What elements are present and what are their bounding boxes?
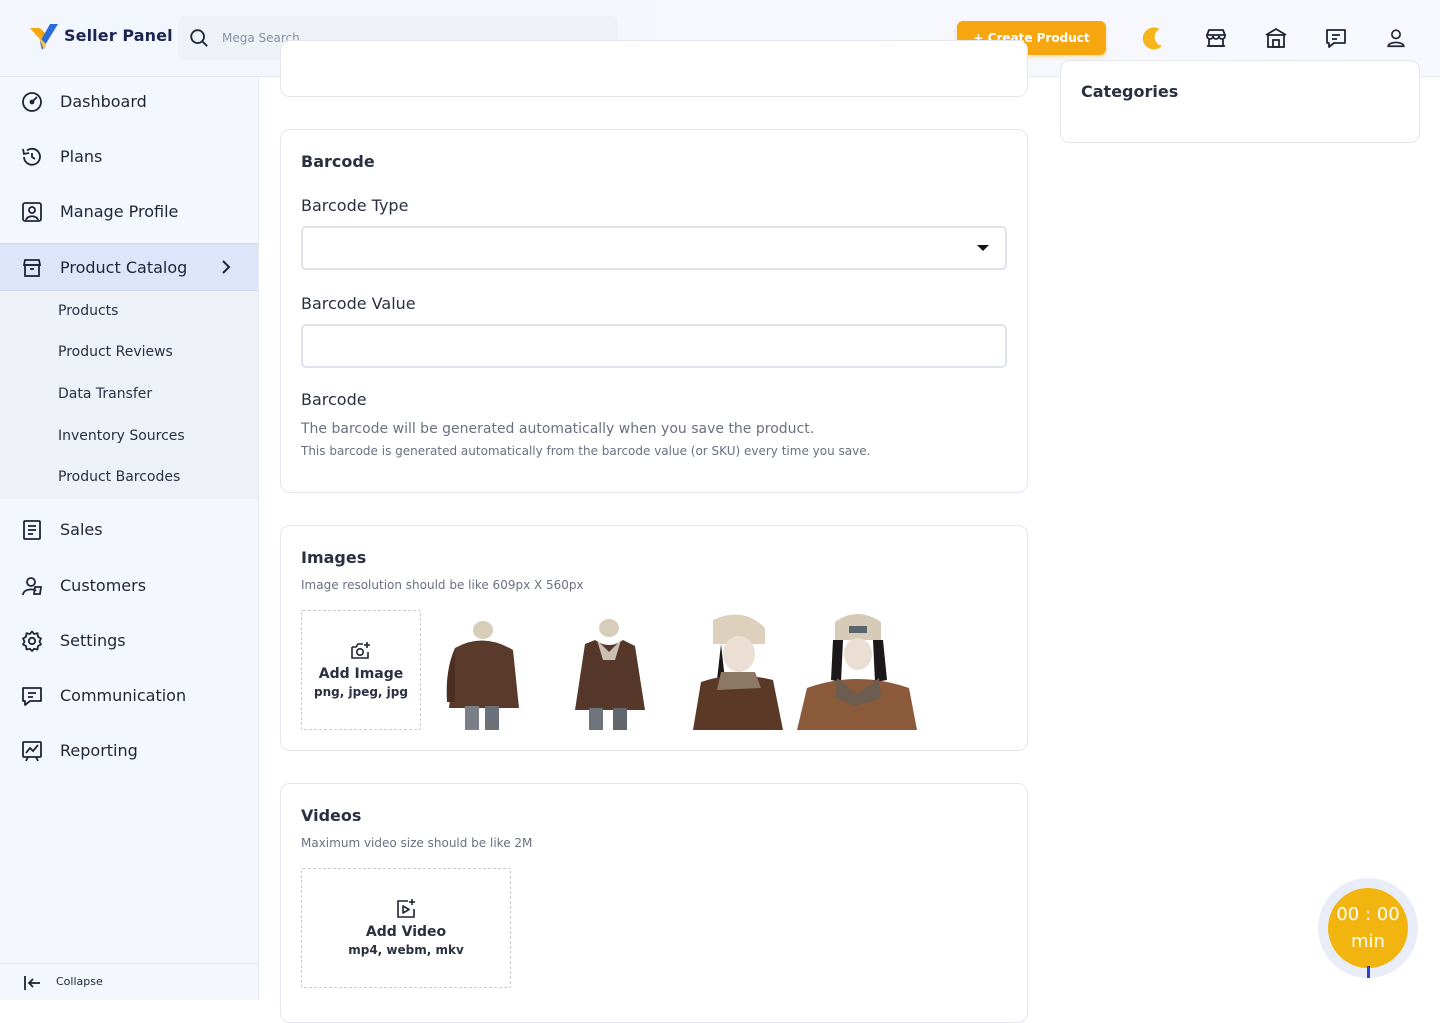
barcode-card: Barcode Barcode Type Barcode Value Barco… (280, 129, 1028, 493)
categories-card: Categories (1060, 60, 1420, 143)
sidebar-item-product-catalog[interactable]: Product Catalog (0, 243, 258, 291)
caret-down-icon (977, 245, 989, 251)
sidebar-item-customers[interactable]: Customers (0, 562, 258, 608)
barcode-value-label: Barcode Value (301, 294, 416, 313)
document-icon (23, 520, 41, 540)
sidebar-item-label: Settings (60, 630, 126, 650)
sidebar-item-reporting[interactable]: Reporting (0, 727, 258, 773)
barcode-title: Barcode (301, 152, 375, 171)
chat-icon (22, 687, 42, 706)
timer-time: 00 : 00 (1336, 904, 1400, 925)
barcode-type-select[interactable] (301, 226, 1007, 270)
image-formats: png, jpeg, jpg (314, 685, 408, 699)
add-image-button[interactable]: Add Image png, jpeg, jpg (301, 610, 421, 730)
add-video-label: Add Video (365, 924, 447, 940)
video-formats: mp4, webm, mkv (348, 943, 464, 957)
barcode-help-subtext: This barcode is generated automatically … (301, 444, 871, 458)
chat-icon[interactable] (1322, 24, 1350, 52)
submenu-item-product-reviews[interactable]: Product Reviews (58, 344, 173, 360)
search-icon (190, 29, 208, 47)
chart-icon (22, 741, 42, 762)
submenu-item-inventory-sources[interactable]: Inventory Sources (58, 428, 185, 444)
product-image-thumbnail[interactable] (797, 610, 917, 730)
logo-icon[interactable] (28, 22, 60, 54)
dashboard-icon (22, 92, 42, 112)
catalog-icon (22, 259, 42, 277)
add-video-icon (397, 899, 415, 918)
timer-unit: min (1351, 931, 1385, 952)
product-image-thumbnail[interactable] (673, 610, 793, 730)
submenu-item-data-transfer[interactable]: Data Transfer (58, 386, 152, 402)
user-icon[interactable] (1382, 24, 1410, 52)
history-icon (22, 147, 41, 166)
videos-caption: Maximum video size should be like 2M (301, 836, 533, 850)
timer-display: 00 : 00 min (1328, 888, 1408, 968)
sidebar-item-label: Manage Profile (60, 201, 179, 221)
barcode-type-value[interactable] (303, 228, 1005, 268)
sidebar-item-dashboard[interactable]: Dashboard (0, 78, 258, 124)
add-video-button[interactable]: Add Video mp4, webm, mkv (301, 868, 511, 988)
barcode-help-text: The barcode will be generated automatica… (301, 421, 815, 437)
gear-icon (22, 630, 42, 652)
timer-widget[interactable]: 00 : 00 min (1318, 878, 1418, 978)
product-catalog-submenu: Products Product Reviews Data Transfer I… (0, 291, 258, 499)
customers-icon (22, 577, 43, 596)
videos-card: Videos Maximum video size should be like… (280, 783, 1028, 1023)
brand-name[interactable]: Seller Panel (64, 26, 173, 45)
sidebar-item-communication[interactable]: Communication (0, 672, 258, 718)
collapse-icon (24, 976, 40, 990)
barcode-value-field[interactable] (301, 324, 1007, 368)
collapse-label: Collapse (56, 975, 103, 988)
sidebar: Dashboard Plans Manage Profile Product C… (0, 77, 259, 1000)
add-image-label: Add Image (318, 666, 404, 682)
images-card: Images Image resolution should be like 6… (280, 525, 1028, 751)
sidebar-item-sales[interactable]: Sales (0, 506, 258, 552)
sidebar-item-label: Sales (60, 519, 103, 539)
categories-title[interactable]: Categories (1081, 82, 1178, 101)
product-image-thumbnail[interactable] (425, 610, 545, 730)
chevron-right-icon (222, 260, 231, 274)
profile-icon (22, 202, 42, 222)
sidebar-item-plans[interactable]: Plans (0, 133, 258, 179)
shop-icon[interactable] (1262, 24, 1290, 52)
barcode-type-label: Barcode Type (301, 196, 409, 215)
sidebar-item-settings[interactable]: Settings (0, 617, 258, 663)
product-image-thumbnail[interactable] (549, 610, 669, 730)
images-title: Images (301, 548, 367, 567)
add-photo-icon (351, 642, 370, 659)
timer-indicator (1367, 966, 1370, 978)
submenu-item-product-barcodes[interactable]: Product Barcodes (58, 469, 180, 485)
sidebar-item-manage-profile[interactable]: Manage Profile (0, 188, 258, 234)
barcode-label: Barcode (301, 390, 367, 409)
barcode-value-input[interactable] (303, 326, 1005, 366)
sidebar-item-label: Reporting (60, 740, 138, 760)
sidebar-item-label: Product Catalog (60, 257, 188, 277)
images-caption: Image resolution should be like 609px X … (301, 578, 584, 592)
sidebar-item-label: Plans (60, 146, 103, 166)
sidebar-item-label: Customers (60, 575, 147, 595)
previous-section-card (280, 40, 1028, 97)
videos-title: Videos (301, 806, 362, 825)
collapse-button[interactable]: Collapse (0, 963, 258, 1000)
submenu-item-products[interactable]: Products (58, 303, 118, 319)
moon-icon[interactable] (1138, 24, 1166, 52)
sidebar-item-label: Dashboard (60, 91, 147, 111)
sidebar-item-label: Communication (60, 685, 187, 705)
store-icon[interactable] (1202, 24, 1230, 52)
